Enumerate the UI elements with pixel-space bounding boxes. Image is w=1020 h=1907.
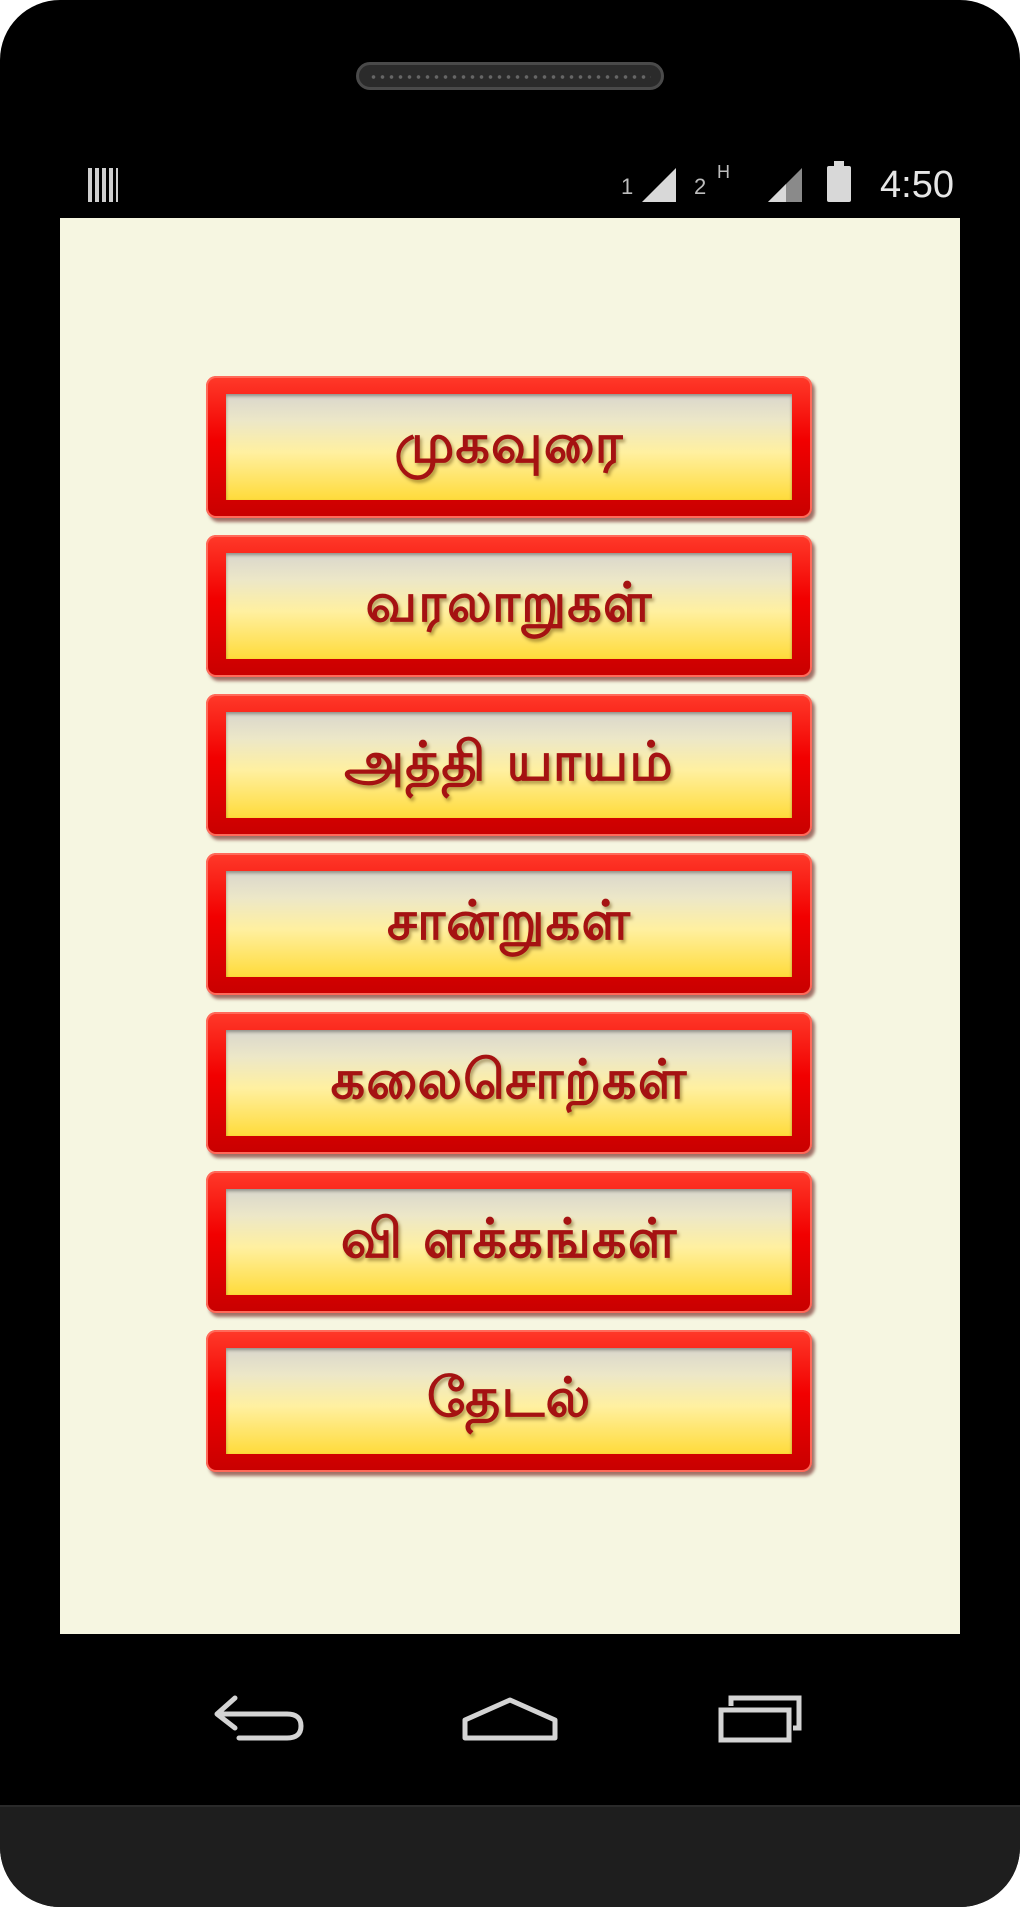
earpiece-speaker [356, 62, 664, 90]
menu-button-label: அத்தி யாயம் [344, 729, 674, 793]
menu-button-face: சான்றுகள் [226, 871, 792, 977]
home-button[interactable] [455, 1676, 565, 1756]
navigation-bar [0, 1634, 1020, 1806]
menu-button-face: முகவுரை [226, 394, 792, 500]
app-screen: முகவுரை வரலாறுகள் அத்தி யாயம் சான்றுகள் [60, 218, 960, 1634]
menu-button-label: முகவுரை [394, 411, 624, 475]
menu-button-search[interactable]: தேடல் [206, 1330, 812, 1472]
phone-frame: 1 2 H 4:50 முகவுரை வரலாறுகள் அத்தி யாயம்… [0, 0, 1020, 1907]
barcode-icon [88, 168, 118, 202]
menu-button-face: அத்தி யாயம் [226, 712, 792, 818]
menu-button-face: வரலாறுகள் [226, 553, 792, 659]
home-icon [462, 1697, 558, 1741]
status-clock: 4:50 [880, 164, 954, 206]
signal-sim1-icon [642, 168, 676, 202]
signal-sim2-icon [768, 168, 802, 202]
menu-button-introduction[interactable]: முகவுரை [206, 376, 812, 518]
menu-button-label: தேடல் [426, 1365, 592, 1429]
menu-button-face: தேடல் [226, 1348, 792, 1454]
sim1-label: 1 [621, 174, 634, 199]
menu-button-label: வி ளக்கங்கள் [340, 1206, 678, 1270]
menu-button-face: வி ளக்கங்கள் [226, 1189, 792, 1295]
menu-button-evidences[interactable]: சான்றுகள் [206, 853, 812, 995]
phone-chin [0, 1805, 1020, 1907]
menu-button-label: வரலாறுகள் [365, 570, 653, 634]
menu-button-glossary[interactable]: கலைசொற்கள் [206, 1012, 812, 1154]
menu-button-face: கலைசொற்கள் [226, 1030, 792, 1136]
recent-apps-icon [718, 1695, 802, 1743]
battery-charging-icon [827, 161, 851, 202]
menu-button-histories[interactable]: வரலாறுகள் [206, 535, 812, 677]
data-indicator: H [717, 162, 730, 182]
back-button[interactable] [205, 1676, 315, 1756]
menu-button-label: கலைசொற்கள் [330, 1047, 688, 1111]
menu-button-label: சான்றுகள் [387, 888, 631, 952]
sim2-label: 2 [694, 174, 707, 199]
status-bar: 1 2 H 4:50 [60, 160, 960, 216]
recent-apps-button[interactable] [707, 1676, 817, 1756]
back-icon [214, 1695, 304, 1741]
menu-button-explanations[interactable]: வி ளக்கங்கள் [206, 1171, 812, 1313]
menu-button-chapter[interactable]: அத்தி யாயம் [206, 694, 812, 836]
